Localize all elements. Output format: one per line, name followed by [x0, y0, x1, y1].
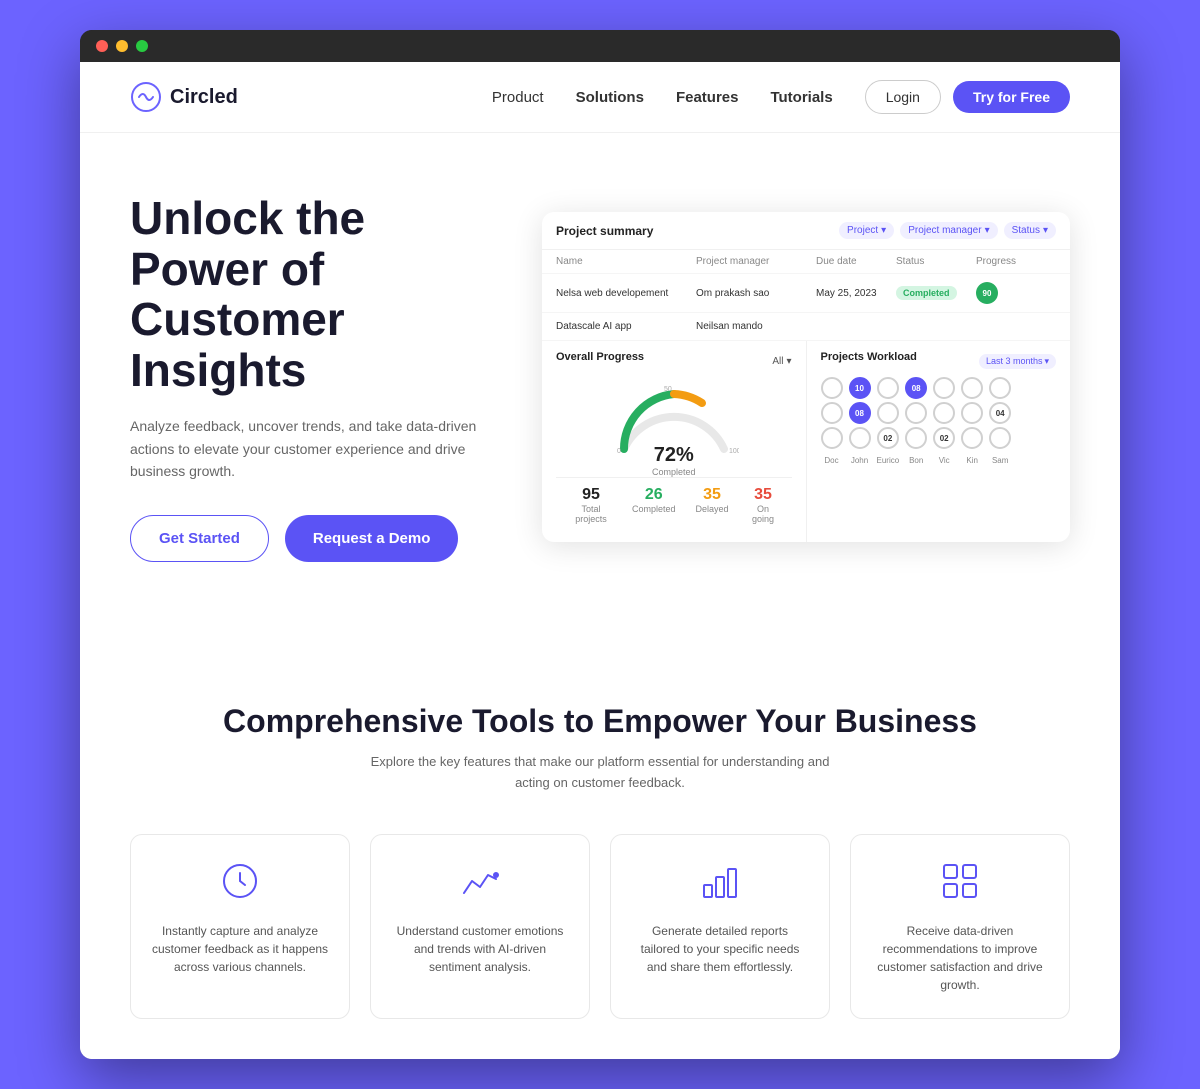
workload-dot: 10	[849, 377, 871, 399]
svg-text:50: 50	[664, 386, 672, 393]
nav-buttons: Login Try for Free	[865, 80, 1070, 114]
logo-icon	[130, 81, 162, 113]
nav-links: Product Solutions Features Tutorials	[492, 89, 833, 106]
workload-col: 08 Bon	[905, 377, 927, 465]
all-dropdown[interactable]: All ▾	[772, 356, 791, 367]
sentiment-icon	[458, 859, 502, 903]
workload-dot	[961, 402, 983, 424]
stat-completed: 26 Completed	[632, 486, 676, 524]
feature-card-1: Instantly capture and analyze customer f…	[130, 834, 350, 1019]
workload-dot: 08	[905, 377, 927, 399]
logo[interactable]: Circled	[130, 81, 238, 113]
maximize-dot[interactable]	[136, 40, 148, 52]
browser-titlebar	[80, 30, 1120, 62]
tools-section: Comprehensive Tools to Empower Your Busi…	[80, 642, 1120, 1059]
navbar: Circled Product Solutions Features Tutor…	[80, 62, 1120, 133]
gauge-chart: 0 100 50	[609, 379, 739, 454]
feature-card-3: Generate detailed reports tailored to yo…	[610, 834, 830, 1019]
workload-col: 10 08 John	[849, 377, 871, 465]
workload-col: Doc	[821, 377, 843, 465]
hero-section: Unlock the Power of Customer Insights An…	[80, 133, 1120, 642]
report-icon	[698, 859, 742, 903]
close-dot[interactable]	[96, 40, 108, 52]
workload-dot: 02	[933, 427, 955, 449]
dashboard-card: Project summary Project ▾ Project manage…	[542, 212, 1070, 542]
nav-product[interactable]: Product	[492, 89, 544, 106]
workload-col: Kin	[961, 377, 983, 465]
workload-dot	[877, 402, 899, 424]
stat-total: 95 Total projects	[570, 486, 612, 524]
nav-features[interactable]: Features	[676, 89, 739, 106]
workload-dot	[821, 427, 843, 449]
svg-text:0: 0	[617, 448, 621, 454]
panel-left-header: Overall Progress All ▾	[556, 351, 792, 371]
minimize-dot[interactable]	[116, 40, 128, 52]
workload-dot	[905, 402, 927, 424]
feature-text-1: Instantly capture and analyze customer f…	[151, 922, 329, 976]
workload-dot	[821, 402, 843, 424]
filter-manager[interactable]: Project manager ▾	[900, 222, 997, 239]
workload-col: 02 Vic	[933, 377, 955, 465]
logo-text: Circled	[170, 86, 238, 109]
hero-right: Project summary Project ▾ Project manage…	[542, 212, 1070, 542]
panel-workload: Projects Workload Last 3 months ▾	[807, 341, 1071, 542]
hero-title: Unlock the Power of Customer Insights	[130, 193, 482, 395]
feature-cards: Instantly capture and analyze customer f…	[130, 834, 1070, 1019]
feature-text-4: Receive data-driven recommendations to i…	[871, 922, 1049, 994]
workload-filter[interactable]: Last 3 months ▾	[979, 354, 1056, 369]
workload-dot	[989, 377, 1011, 399]
workload-dot: 04	[989, 402, 1011, 424]
panel-right-header: Projects Workload Last 3 months ▾	[821, 351, 1057, 371]
stat-ongoing: 35 On going	[749, 486, 778, 524]
hero-buttons: Get Started Request a Demo	[130, 515, 482, 562]
workload-dot: 02	[877, 427, 899, 449]
feature-text-2: Understand customer emotions and trends …	[391, 922, 569, 976]
card-title: Project summary	[556, 224, 653, 238]
gauge-container: 0 100 50 72% Completed	[556, 379, 792, 477]
dashboard-panels: Overall Progress All ▾	[542, 341, 1070, 542]
workload-dot	[849, 427, 871, 449]
table-row: Datascale AI app Neilsan mando	[542, 313, 1070, 341]
card-filters: Project ▾ Project manager ▾ Status ▾	[839, 222, 1056, 239]
hero-left: Unlock the Power of Customer Insights An…	[130, 193, 482, 562]
tools-subtitle: Explore the key features that make our p…	[370, 752, 830, 794]
table-row: Nelsa web developement Om prakash sao Ma…	[542, 274, 1070, 313]
workload-dot: 08	[849, 402, 871, 424]
nav-solutions[interactable]: Solutions	[576, 89, 644, 106]
workload-col: 02 Eurico	[877, 377, 900, 465]
workload-dot	[961, 377, 983, 399]
clock-icon	[218, 859, 262, 903]
get-started-button[interactable]: Get Started	[130, 515, 269, 562]
login-button[interactable]: Login	[865, 80, 941, 114]
card-header: Project summary Project ▾ Project manage…	[542, 212, 1070, 250]
workload-col: 04 Sam	[989, 377, 1011, 465]
workload-dot	[989, 427, 1011, 449]
nav-tutorials[interactable]: Tutorials	[770, 89, 832, 106]
feature-card-4: Receive data-driven recommendations to i…	[850, 834, 1070, 1019]
workload-dot	[905, 427, 927, 449]
workload-dot	[821, 377, 843, 399]
browser-window: Circled Product Solutions Features Tutor…	[80, 30, 1120, 1059]
hero-subtitle: Analyze feedback, uncover trends, and ta…	[130, 415, 482, 482]
workload-chart: Doc 10 08 John	[821, 379, 1057, 469]
feature-card-2: Understand customer emotions and trends …	[370, 834, 590, 1019]
stat-delayed: 35 Delayed	[696, 486, 729, 524]
feature-text-3: Generate detailed reports tailored to yo…	[631, 922, 809, 976]
gauge-label: 72% Completed	[652, 444, 696, 477]
workload-dot	[961, 427, 983, 449]
demo-button[interactable]: Request a Demo	[285, 515, 459, 562]
workload-dot	[933, 377, 955, 399]
filter-project[interactable]: Project ▾	[839, 222, 894, 239]
workload-dot	[877, 377, 899, 399]
browser-content: Circled Product Solutions Features Tutor…	[80, 62, 1120, 1059]
try-button[interactable]: Try for Free	[953, 81, 1070, 113]
tools-title: Comprehensive Tools to Empower Your Busi…	[130, 702, 1070, 740]
panel-overall-progress: Overall Progress All ▾	[542, 341, 807, 542]
filter-status[interactable]: Status ▾	[1004, 222, 1056, 239]
grid-icon	[938, 859, 982, 903]
svg-text:100: 100	[729, 448, 739, 454]
workload-dot	[933, 402, 955, 424]
stats-row: 95 Total projects 26 Completed 35 Delaye…	[556, 477, 792, 532]
table-header: Name Project manager Due date Status Pro…	[542, 250, 1070, 274]
